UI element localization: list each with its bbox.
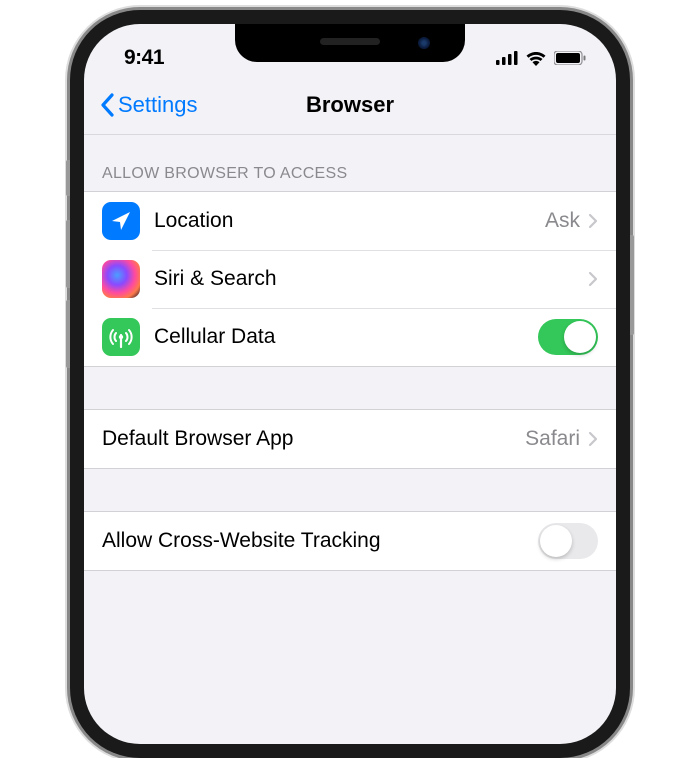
volume-down [66,300,70,368]
volume-up [66,220,70,288]
power-button [630,235,634,335]
screen: 9:41 Settings Browser Allow Browser to A… [84,24,616,744]
cellular-signal-icon [496,51,518,65]
speaker-grille [320,38,380,45]
access-list: Location Ask Siri & Search Cellular Data [84,191,616,367]
back-button[interactable]: Settings [100,92,198,118]
nav-bar: Settings Browser [84,74,616,135]
notch [235,24,465,62]
default-browser-label: Default Browser App [102,427,525,451]
siri-icon [102,260,140,298]
location-label: Location [154,209,545,233]
battery-icon [554,51,586,65]
row-cellular: Cellular Data [84,308,616,366]
chevron-right-icon [588,431,598,447]
default-browser-value: Safari [525,427,580,451]
cellular-icon [102,318,140,356]
status-time: 9:41 [124,46,164,70]
tracking-toggle[interactable] [538,523,598,559]
toggle-knob [540,525,572,557]
section-spacer [84,469,616,511]
status-indicators [496,50,586,66]
back-label: Settings [118,92,198,118]
mute-switch [66,160,70,196]
section-header-access: Allow Browser to Access [84,135,616,191]
wifi-icon [525,50,547,66]
section-spacer [84,367,616,409]
default-list: Default Browser App Safari [84,409,616,469]
phone-frame: 9:41 Settings Browser Allow Browser to A… [70,10,630,758]
chevron-left-icon [100,93,114,117]
tracking-list: Allow Cross-Website Tracking [84,511,616,571]
cellular-toggle[interactable] [538,319,598,355]
row-cross-site-tracking: Allow Cross-Website Tracking [84,512,616,570]
front-camera [418,37,430,49]
row-location[interactable]: Location Ask [84,192,616,250]
row-siri[interactable]: Siri & Search [84,250,616,308]
chevron-right-icon [588,213,598,229]
siri-label: Siri & Search [154,267,588,291]
row-default-browser[interactable]: Default Browser App Safari [84,410,616,468]
cellular-label: Cellular Data [154,325,538,349]
location-icon [102,202,140,240]
toggle-knob [564,321,596,353]
location-value: Ask [545,209,580,233]
chevron-right-icon [588,271,598,287]
tracking-label: Allow Cross-Website Tracking [102,529,538,553]
